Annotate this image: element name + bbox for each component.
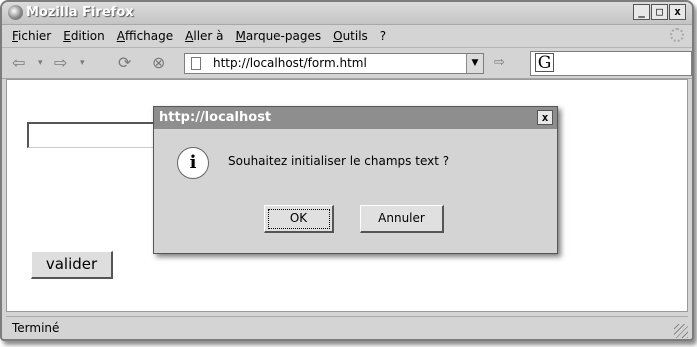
throbber-icon (670, 28, 684, 42)
dialog-message: Souhaitez initialiser le champs text ? (228, 154, 450, 168)
menu-fichier[interactable]: Fichier (12, 29, 51, 43)
info-icon: i (177, 147, 209, 179)
minimize-button[interactable]: _ (633, 4, 650, 20)
menu-affichage[interactable]: Affichage (117, 29, 173, 43)
search-bar[interactable]: G (530, 51, 692, 76)
window-controls: _ □ x (633, 4, 686, 20)
url-dropdown-icon[interactable]: ▼ (466, 54, 483, 73)
url-text[interactable]: http://localhost/form.html (213, 56, 367, 70)
go-icon[interactable]: ⇨ (494, 55, 514, 71)
dialog-close-button[interactable]: x (537, 110, 553, 125)
title-bar: Mozilla Firefox _ □ x (2, 2, 692, 25)
forward-dropdown-icon[interactable]: ▾ (80, 54, 85, 72)
menu-edition[interactable]: Edition (63, 29, 105, 43)
valider-button[interactable]: valider (31, 251, 113, 279)
resize-grip-icon[interactable] (674, 324, 688, 338)
dialog-title-bar: http://localhost x (154, 107, 557, 129)
menu-marque-pages[interactable]: Marque-pages (236, 29, 322, 43)
firefox-icon (8, 5, 23, 20)
reload-icon[interactable]: ⟳ (118, 54, 131, 72)
cancel-button[interactable]: Annuler (360, 205, 444, 233)
status-bar: Terminé (6, 316, 688, 338)
status-text: Terminé (12, 321, 60, 335)
maximize-button[interactable]: □ (651, 4, 668, 20)
confirm-dialog: http://localhost x i Souhaitez initialis… (153, 106, 558, 254)
back-dropdown-icon[interactable]: ▾ (38, 54, 43, 72)
menu-outils[interactable]: Outils (333, 29, 368, 43)
url-bar[interactable]: http://localhost/form.html ▼ (184, 53, 484, 74)
text-field[interactable] (27, 122, 157, 148)
stop-icon[interactable]: ⊗ (152, 54, 165, 72)
google-icon[interactable]: G (535, 53, 554, 72)
menu-help[interactable]: ? (380, 29, 386, 43)
menu-aller-a[interactable]: Aller à (185, 29, 223, 43)
page-icon (191, 57, 201, 70)
navigation-toolbar: ⇦ ▾ ⇨ ▾ ⟳ ⊗ http://localhost/form.html ▼… (2, 48, 692, 79)
window-title: Mozilla Firefox (26, 5, 134, 20)
forward-arrow-icon[interactable]: ⇨ (54, 54, 67, 72)
dialog-title: http://localhost (159, 110, 272, 125)
back-arrow-icon[interactable]: ⇦ (12, 54, 25, 72)
menu-bar: Fichier Edition Affichage Aller à Marque… (2, 25, 692, 48)
close-button[interactable]: x (669, 4, 686, 20)
ok-button[interactable]: OK (264, 205, 334, 233)
